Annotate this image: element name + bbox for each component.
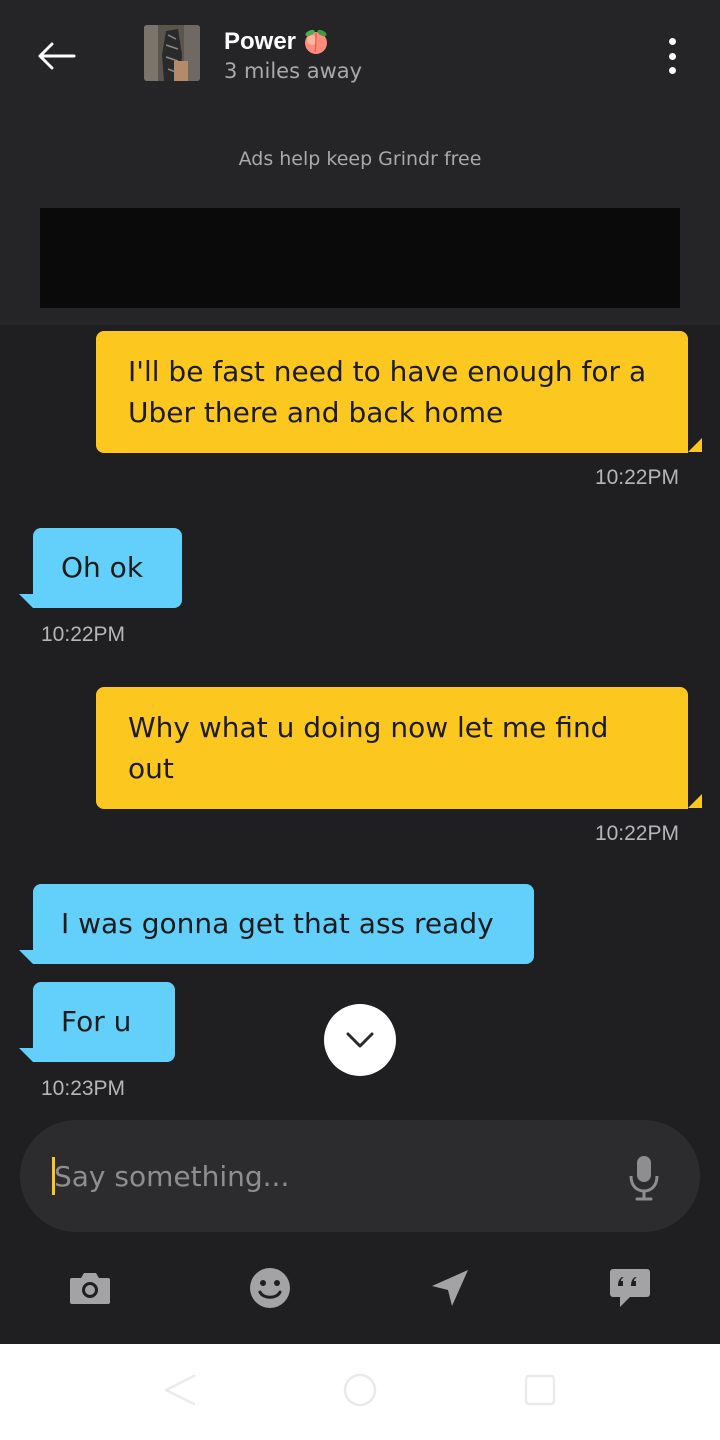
- outgoing-message[interactable]: Why what u doing now let me find out: [96, 687, 688, 809]
- avatar[interactable]: [144, 25, 200, 81]
- profile-distance: 3 miles away: [224, 59, 363, 83]
- bubble-tail: [688, 794, 702, 808]
- incoming-message[interactable]: Oh ok: [33, 528, 182, 608]
- incoming-message[interactable]: For u: [33, 982, 175, 1062]
- emoji-button[interactable]: [244, 1262, 296, 1314]
- camera-icon: [70, 1273, 110, 1304]
- system-recents-button[interactable]: [520, 1370, 560, 1410]
- system-back-button[interactable]: [160, 1370, 200, 1410]
- saved-phrases-button[interactable]: [604, 1262, 656, 1314]
- more-dot-icon: [668, 67, 676, 74]
- send-location-button[interactable]: [424, 1262, 476, 1314]
- profile-name: Power: [224, 28, 297, 55]
- ad-banner[interactable]: [40, 208, 680, 308]
- system-home-button[interactable]: [340, 1370, 380, 1410]
- microphone-icon: [629, 1156, 659, 1201]
- incoming-message[interactable]: I was gonna get that ass ready: [33, 884, 534, 964]
- home-circle-icon: [343, 1373, 377, 1407]
- outgoing-message[interactable]: I'll be fast need to have enough for a U…: [96, 331, 688, 453]
- message-text: I was gonna get that ass ready: [61, 907, 494, 940]
- message-timestamp: 10:22PM: [41, 623, 126, 646]
- message-text: Oh ok: [61, 551, 144, 584]
- more-options-button[interactable]: [652, 34, 692, 78]
- avatar-photo-icon: [144, 25, 200, 81]
- message-timestamp: 10:22PM: [594, 822, 679, 845]
- more-dot-icon: [668, 52, 676, 60]
- message-timestamp: 10:22PM: [594, 466, 679, 489]
- saved-phrases-icon: [610, 1269, 650, 1307]
- message-input[interactable]: [54, 1152, 594, 1200]
- peach-icon: [305, 29, 328, 54]
- voice-message-button[interactable]: [618, 1150, 670, 1206]
- back-arrow-icon: [38, 42, 76, 70]
- bubble-tail: [19, 950, 33, 964]
- back-button[interactable]: [28, 32, 84, 80]
- ads-notice: Ads help keep Grindr free: [238, 148, 482, 170]
- scroll-to-bottom-button[interactable]: [324, 1004, 396, 1076]
- bubble-tail: [19, 1048, 33, 1062]
- bubble-tail: [688, 438, 702, 452]
- camera-button[interactable]: [64, 1262, 116, 1314]
- more-dot-icon: [668, 38, 676, 45]
- bubble-tail: [19, 594, 33, 608]
- back-triangle-icon: [164, 1374, 196, 1406]
- location-icon: [432, 1270, 468, 1306]
- chat-screen: Power 3 miles away Ads help keep Grindr …: [0, 0, 720, 1440]
- chevron-down-icon: [346, 1032, 374, 1048]
- message-text: I'll be fast need to have enough for a U…: [128, 355, 647, 429]
- profile-name-row[interactable]: Power: [224, 28, 330, 56]
- recents-square-icon: [524, 1374, 556, 1406]
- message-timestamp: 10:23PM: [41, 1077, 126, 1100]
- message-text: Why what u doing now let me find out: [128, 711, 609, 785]
- emoji-icon: [250, 1268, 290, 1308]
- message-text: For u: [61, 1005, 132, 1038]
- chat-header: Power 3 miles away Ads help keep Grindr …: [0, 0, 720, 325]
